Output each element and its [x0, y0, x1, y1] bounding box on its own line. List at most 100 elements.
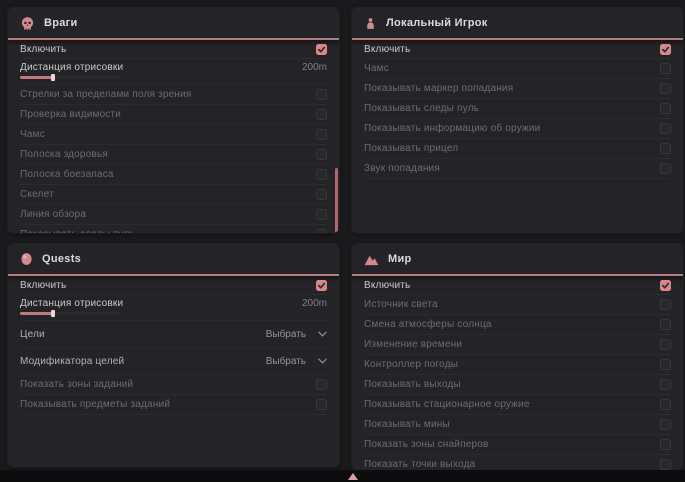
checkbox[interactable] — [660, 63, 671, 74]
row-label: Модификатора целей — [20, 356, 124, 367]
row-slider: Дистанция отрисовки200m — [20, 295, 327, 321]
checkbox[interactable] — [660, 143, 671, 154]
row-label: Показать зоны заданий — [20, 379, 133, 390]
checkbox[interactable] — [660, 399, 671, 410]
checkbox[interactable] — [660, 123, 671, 134]
row-select: Модификатора целей Выбрать — [20, 348, 327, 375]
checkbox[interactable] — [660, 163, 671, 174]
chevron-down-icon — [318, 331, 327, 337]
checkbox[interactable] — [660, 339, 671, 350]
row-toggle: Источник света — [364, 295, 671, 315]
row-toggle: Показывать предметы заданий — [20, 395, 327, 415]
panel-header-world: Мир — [352, 244, 683, 276]
slider-label-row: Дистанция отрисовки200m — [20, 62, 327, 73]
row-label: Проверка видимости — [20, 109, 121, 120]
checkbox[interactable] — [316, 280, 327, 291]
slider-fill — [20, 76, 53, 79]
skull-icon — [20, 16, 35, 31]
checkbox[interactable] — [316, 169, 327, 180]
checkbox[interactable] — [660, 83, 671, 94]
row-toggle: Звук попадания — [364, 159, 671, 179]
row-toggle: Показать зоны заданий — [20, 375, 327, 395]
row-toggle: Показывать прицел — [364, 139, 671, 159]
row-label: Показывать прицел — [364, 143, 458, 154]
row-toggle: Изменение времени — [364, 335, 671, 355]
checkbox[interactable] — [660, 319, 671, 330]
panel-header-local-player: Локальный Игрок — [352, 8, 683, 40]
chevron-down-icon — [318, 358, 327, 364]
row-toggle: Включить — [364, 276, 671, 295]
slider-label-row: Дистанция отрисовки200m — [20, 298, 327, 309]
row-label: Показывать следы пуль — [20, 229, 135, 233]
checkbox[interactable] — [660, 379, 671, 390]
scrollbar-thumb[interactable] — [335, 168, 338, 233]
checkbox[interactable] — [316, 229, 327, 233]
row-label: Полоска здоровья — [20, 149, 108, 160]
panel-quests: Quests Включить Дистанция отрисовки200m Це… — [8, 244, 339, 467]
dropdown-value: Выбрать — [266, 356, 306, 367]
slider-track[interactable] — [20, 312, 120, 315]
checkbox[interactable] — [660, 419, 671, 430]
panel-local-player: Локальный Игрок Включить Чамс Показывать м… — [352, 8, 683, 233]
slider-handle[interactable] — [51, 310, 55, 317]
row-toggle: Полоска боезапаса — [20, 165, 327, 185]
row-slider: Дистанция отрисовки200m — [20, 59, 327, 85]
row-toggle: Чамс — [364, 59, 671, 79]
row-toggle: Показывать следы пуль — [364, 99, 671, 119]
row-label: Показывать информацию об оружии — [364, 123, 540, 134]
scroll-up-triangle-icon[interactable] — [348, 473, 358, 480]
row-label: Источник света — [364, 299, 438, 310]
slider-fill — [20, 312, 53, 315]
quest-circle-icon — [20, 252, 33, 266]
panel-world: Мир ВключитьИсточник светаСмена атмосфер… — [352, 244, 683, 470]
panel-title: Quests — [42, 253, 81, 265]
checkbox[interactable] — [660, 44, 671, 55]
row-select: Цели Выбрать — [20, 321, 327, 348]
row-toggle: Показывать стационарное оружие — [364, 395, 671, 415]
row-toggle: Показать зоны снайперов — [364, 435, 671, 455]
row-label: Изменение времени — [364, 339, 462, 350]
checkbox[interactable] — [316, 149, 327, 160]
panel-header-enemies: Враги — [8, 8, 339, 40]
row-toggle: Показывать выходы — [364, 375, 671, 395]
slider-handle[interactable] — [51, 74, 55, 81]
row-toggle: Скелет — [20, 185, 327, 205]
row-label: Показать зоны снайперов — [364, 439, 489, 450]
row-toggle: Проверка видимости — [20, 105, 327, 125]
checkbox[interactable] — [316, 129, 327, 140]
row-toggle: Полоска здоровья — [20, 145, 327, 165]
checkbox[interactable] — [316, 44, 327, 55]
row-label: Чамс — [20, 129, 45, 140]
checkbox[interactable] — [316, 89, 327, 100]
row-label: Цели — [20, 329, 45, 340]
checkbox[interactable] — [316, 209, 327, 220]
checkbox[interactable] — [316, 189, 327, 200]
checkbox[interactable] — [660, 280, 671, 291]
checkbox[interactable] — [316, 399, 327, 410]
row-label: Включить — [20, 280, 66, 291]
row-label: Включить — [364, 44, 410, 55]
row-label: Показывать предметы заданий — [20, 399, 170, 410]
dropdown[interactable]: Выбрать — [266, 356, 327, 367]
checkbox[interactable] — [316, 379, 327, 390]
checkbox[interactable] — [660, 299, 671, 310]
row-label: Показывать стационарное оружие — [364, 399, 530, 410]
row-toggle: Показывать маркер попадания — [364, 79, 671, 99]
checkbox[interactable] — [660, 459, 671, 470]
checkbox[interactable] — [660, 103, 671, 114]
checkbox[interactable] — [660, 439, 671, 450]
row-toggle: Линия обзора — [20, 205, 327, 225]
slider-value: 200m — [302, 62, 327, 73]
row-toggle: Включить — [20, 276, 327, 295]
checkbox[interactable] — [660, 359, 671, 370]
slider-track[interactable] — [20, 76, 120, 79]
row-label: Показывать мины — [364, 419, 450, 430]
row-label: Чамс — [364, 63, 389, 74]
checkbox[interactable] — [316, 109, 327, 120]
panel-title: Мир — [388, 253, 412, 265]
row-toggle: Контроллер погоды — [364, 355, 671, 375]
row-label: Дистанция отрисовки — [20, 298, 123, 309]
row-label: Включить — [364, 280, 410, 291]
dropdown[interactable]: Выбрать — [266, 329, 327, 340]
row-label: Контроллер погоды — [364, 359, 458, 370]
